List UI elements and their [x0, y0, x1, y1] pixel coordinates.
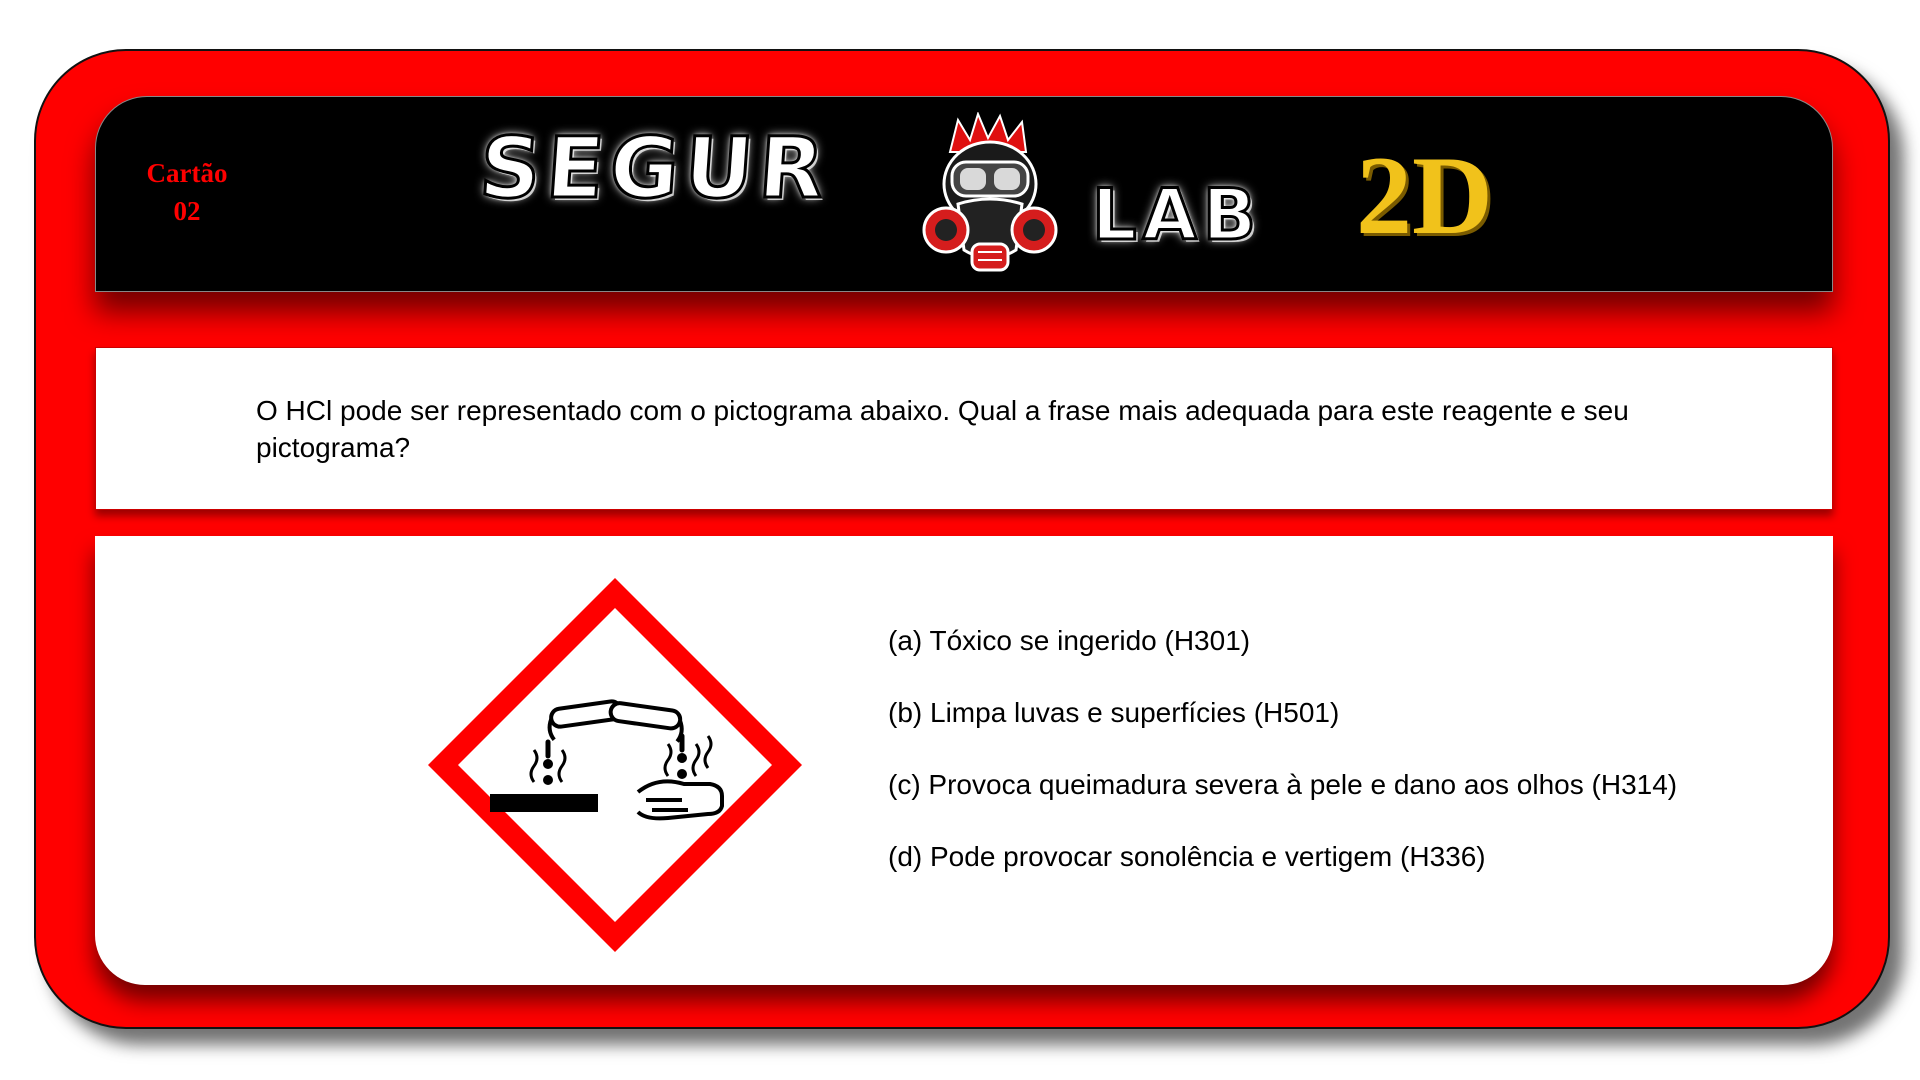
card-label-number: 02 — [173, 196, 201, 226]
option-b[interactable]: (b) Limpa luvas e superfícies (H501) — [888, 695, 1848, 731]
option-c[interactable]: (c) Provoca queimadura severa à pele e d… — [888, 767, 1848, 803]
option-d[interactable]: (d) Pode provocar sonolência e vertigem … — [888, 839, 1848, 875]
question-text: O HCl pode ser representado com o pictog… — [256, 395, 1629, 463]
card-label-title: Cartão — [146, 158, 228, 188]
card-number-label: Cartão 02 — [140, 154, 234, 230]
gas-mask-mascot-icon — [922, 112, 1058, 272]
ghs-corrosive-icon — [428, 578, 802, 952]
logo-2d-badge: 2D — [1356, 134, 1493, 258]
option-a[interactable]: (a) Tóxico se ingerido (H301) — [888, 623, 1848, 659]
logo-segur-text: SEGUR — [475, 118, 835, 219]
answer-options: (a) Tóxico se ingerido (H301) (b) Limpa … — [888, 623, 1848, 911]
logo-lab-text: LAB — [1090, 174, 1263, 256]
